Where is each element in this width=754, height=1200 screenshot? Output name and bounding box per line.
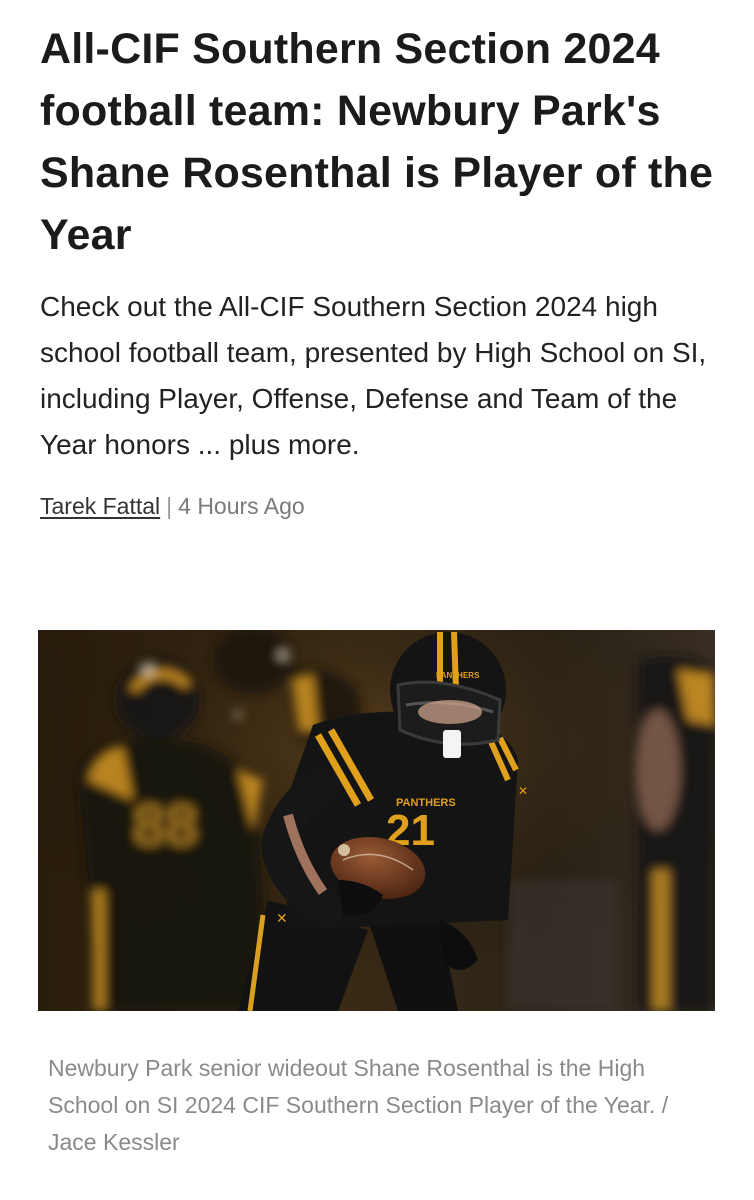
helmet-wordmark: PANTHERS xyxy=(436,671,480,680)
football-player-illustration: 88 PANTHERS 21 PANTHERS ✕ ✕ xyxy=(38,630,715,1011)
article-headline: All-CIF Southern Section 2024 football t… xyxy=(40,25,714,259)
byline-separator: | xyxy=(166,493,173,519)
article-header: All-CIF Southern Section 2024 football t… xyxy=(40,18,720,522)
svg-text:✕: ✕ xyxy=(518,784,528,798)
hero-photo[interactable]: 88 PANTHERS 21 PANTHERS ✕ ✕ xyxy=(38,630,715,1011)
timestamp: 4 Hours Ago xyxy=(178,493,305,519)
article-dek: Check out the All-CIF Southern Section 2… xyxy=(40,291,707,460)
photo-caption: Newbury Park senior wideout Shane Rosent… xyxy=(48,1055,669,1155)
byline: Tarek Fattal | 4 Hours Ago xyxy=(40,490,720,522)
svg-text:✕: ✕ xyxy=(276,911,288,927)
svg-text:88: 88 xyxy=(133,793,198,858)
author-link[interactable]: Tarek Fattal xyxy=(40,493,160,519)
